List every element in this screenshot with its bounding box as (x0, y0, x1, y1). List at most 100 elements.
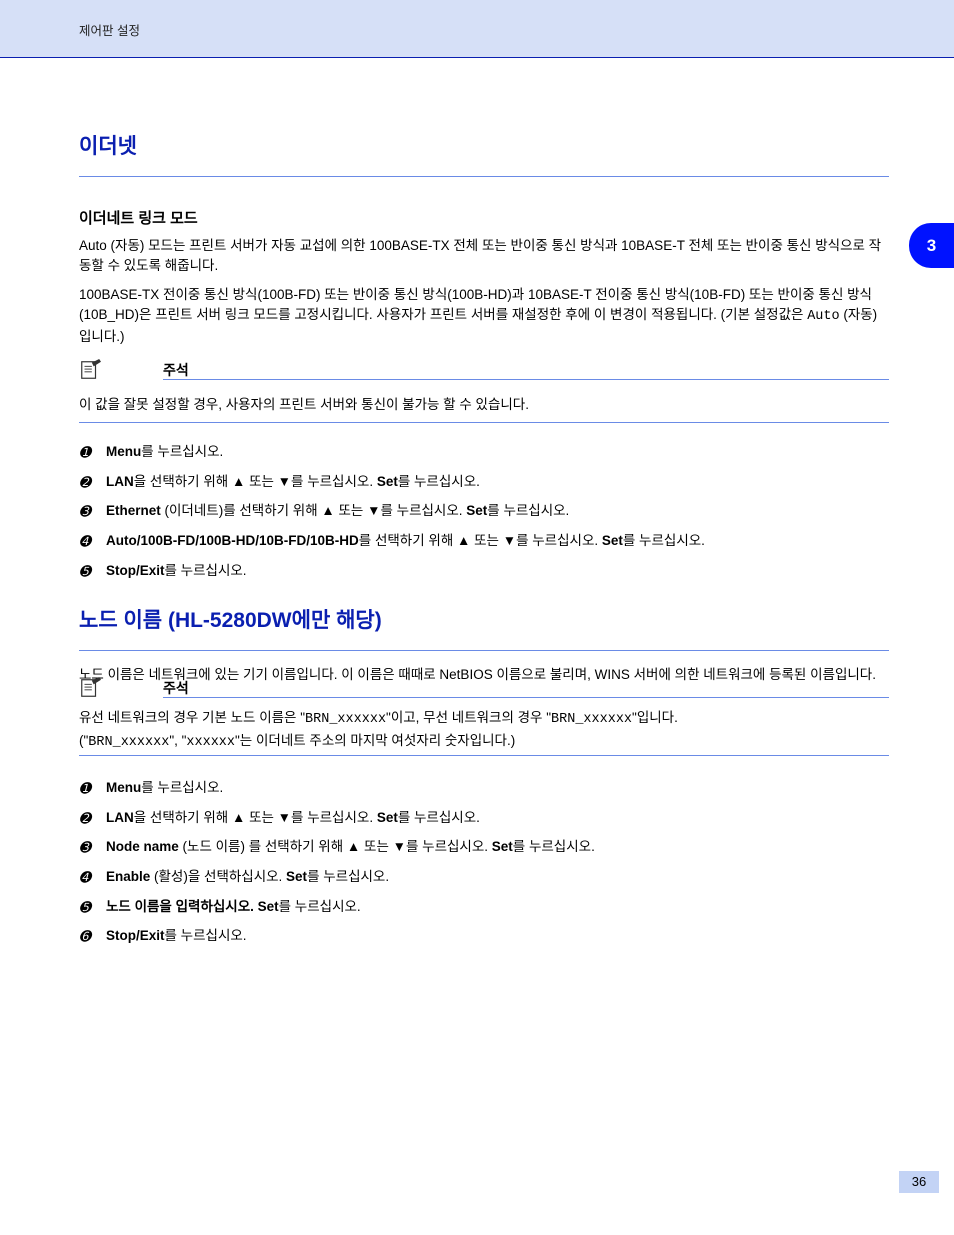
step-key: 노드 이름을 입력하십시오. (106, 899, 254, 914)
chapter-number: 3 (927, 236, 936, 256)
text: 유선 네트워크의 경우 기본 노드 이름은 " (79, 710, 305, 725)
arrow-down-icon: ▼ (367, 503, 380, 518)
step-body: Auto/100B-FD/100B-HD/10B-FD/10B-HD를 선택하기… (106, 531, 889, 553)
step-key: Set (463, 503, 488, 518)
step-row: ➎Stop/Exit를 누르십시오. (79, 561, 889, 583)
text: 을 선택하기 위해 (134, 474, 232, 489)
step-key: Auto/100B-FD/100B-HD/10B-FD/10B-HD (106, 533, 359, 548)
step-row: ➋LAN을 선택하기 위해 ▲ 또는 ▼를 누르십시오. Set를 누르십시오. (79, 472, 889, 494)
paragraph: Auto (자동) 모드는 프린트 서버가 자동 교섭에 의한 100BASE-… (79, 236, 889, 277)
running-head: 제어판 설정 (79, 20, 140, 39)
text: 또는 (245, 474, 277, 489)
note-label: 주석 (163, 360, 189, 380)
note-icon (79, 359, 101, 381)
text: 또는 (245, 810, 277, 825)
step-key: LAN (106, 810, 134, 825)
step-number: ➋ (79, 472, 106, 494)
note-icon (79, 677, 101, 699)
step-body: Menu를 누르십시오. (106, 442, 889, 464)
step-number: ➊ (79, 442, 106, 464)
header-banner (0, 0, 954, 58)
literal: xxxxxx (186, 735, 235, 750)
text: 를 누르십시오. (516, 533, 598, 548)
step-number: ➎ (79, 897, 106, 919)
step-key: LAN (106, 474, 134, 489)
literal: BRN_xxxxxx (551, 712, 632, 727)
note-body: 유선 네트워크의 경우 기본 노드 이름은 "BRN_xxxxxx"이고, 무선… (79, 708, 889, 754)
step-key: Node name (106, 839, 179, 854)
text: 를 누르십시오. (513, 839, 595, 854)
step-number: ➊ (79, 778, 106, 800)
rule (79, 650, 889, 651)
text: 또는 (335, 503, 367, 518)
arrow-up-icon: Set (286, 869, 307, 884)
arrow-down-icon: ▼ (278, 810, 291, 825)
text: 를 선택하기 위해 (359, 533, 457, 548)
text: 를 누르십시오. (165, 928, 247, 943)
arrow-down-icon: ▼ (278, 474, 291, 489)
section-title-ethernet: 이더넷 (79, 130, 889, 160)
step-number: ➌ (79, 501, 106, 523)
arrow-down-icon: ▼ (503, 533, 516, 548)
step-key: Set (373, 810, 398, 825)
subheading-link-mode: 이더네트 링크 모드 (79, 207, 889, 228)
step-key: Set (488, 839, 513, 854)
step-body: Menu를 누르십시오. (106, 778, 889, 800)
text: 를 누르십시오. (307, 869, 389, 884)
paragraph: 100BASE-TX 전이중 통신 방식(100B-FD) 또는 반이중 통신 … (79, 285, 889, 348)
arrow-up-icon: ▲ (232, 474, 245, 489)
arrow-up-icon: ▲ (347, 839, 360, 854)
step-row: ➋LAN을 선택하기 위해 ▲ 또는 ▼를 누르십시오. Set를 누르십시오. (79, 808, 889, 830)
step-body: Ethernet (이더네트)를 선택하기 위해 ▲ 또는 ▼를 누르십시오. … (106, 501, 889, 523)
step-row: ➎노드 이름을 입력하십시오. Set를 누르십시오. (79, 897, 889, 919)
text: "는 이더네트 주소의 마지막 여섯자리 숫자입니다.) (235, 733, 515, 748)
step-number: ➌ (79, 837, 106, 859)
text: (노드 이름) 를 선택하기 위해 (179, 839, 347, 854)
text: 를 누르십시오. (406, 839, 488, 854)
rule (163, 379, 889, 380)
arrow-down-icon: ▼ (393, 839, 406, 854)
step-body: Stop/Exit를 누르십시오. (106, 926, 889, 948)
text: 를 누르십시오. (398, 810, 480, 825)
text: 를 누르십시오. (623, 533, 705, 548)
text: 를 누르십시오. (380, 503, 462, 518)
step-number: ➎ (79, 561, 106, 583)
step-body: Stop/Exit를 누르십시오. (106, 561, 889, 583)
text: 을 선택하기 위해 (134, 810, 232, 825)
step-row: ➊Menu를 누르십시오. (79, 442, 889, 464)
step-body: Node name (노드 이름) 를 선택하기 위해 ▲ 또는 ▼를 누르십시… (106, 837, 889, 859)
step-key: Menu (106, 780, 141, 795)
text: 를 누르십시오. (487, 503, 569, 518)
step-number: ➋ (79, 808, 106, 830)
text: 를 누르십시오. (291, 810, 373, 825)
page-number: 36 (899, 1171, 939, 1193)
step-body: LAN을 선택하기 위해 ▲ 또는 ▼를 누르십시오. Set를 누르십시오. (106, 808, 889, 830)
literal-auto: Auto (807, 309, 839, 324)
step-key: Enable (106, 869, 150, 884)
text: 를 누르십시오. (141, 780, 223, 795)
text: (이더네트)를 선택하기 위해 (161, 503, 322, 518)
step-body: LAN을 선택하기 위해 ▲ 또는 ▼를 누르십시오. Set를 누르십시오. (106, 472, 889, 494)
section-title-nodename: 노드 이름 (HL-5280DW에만 해당) (79, 604, 889, 634)
text: "입니다. (632, 710, 678, 725)
text: (활성)을 선택하십시오. (150, 869, 286, 884)
paragraph: 노드 이름은 네트워크에 있는 기기 이름입니다. 이 이름은 때때로 NetB… (79, 665, 889, 685)
rule (79, 422, 889, 423)
step-row: ➍Enable (활성)을 선택하십시오. Set를 누르십시오. (79, 867, 889, 889)
step-row: ➌Node name (노드 이름) 를 선택하기 위해 ▲ 또는 ▼를 누르십… (79, 837, 889, 859)
text: 를 누르십시오. (165, 563, 247, 578)
text: 를 누르십시오. (279, 899, 361, 914)
step-number: ➍ (79, 531, 106, 553)
step-number: ➏ (79, 926, 106, 948)
text: ", " (169, 733, 186, 748)
step-row: ➊Menu를 누르십시오. (79, 778, 889, 800)
step-row: ➌Ethernet (이더네트)를 선택하기 위해 ▲ 또는 ▼를 누르십시오.… (79, 501, 889, 523)
text: "이고, 무선 네트워크의 경우 " (386, 710, 551, 725)
text: 100BASE-TX 전이중 통신 방식(100B-FD) 또는 반이중 통신 … (79, 287, 872, 322)
step-key: Ethernet (106, 503, 161, 518)
literal: BRN_xxxxxx (305, 712, 386, 727)
arrow-up-icon: ▲ (457, 533, 470, 548)
step-row: ➍Auto/100B-FD/100B-HD/10B-FD/10B-HD를 선택하… (79, 531, 889, 553)
text: 를 누르십시오. (291, 474, 373, 489)
text: 를 누르십시오. (398, 474, 480, 489)
